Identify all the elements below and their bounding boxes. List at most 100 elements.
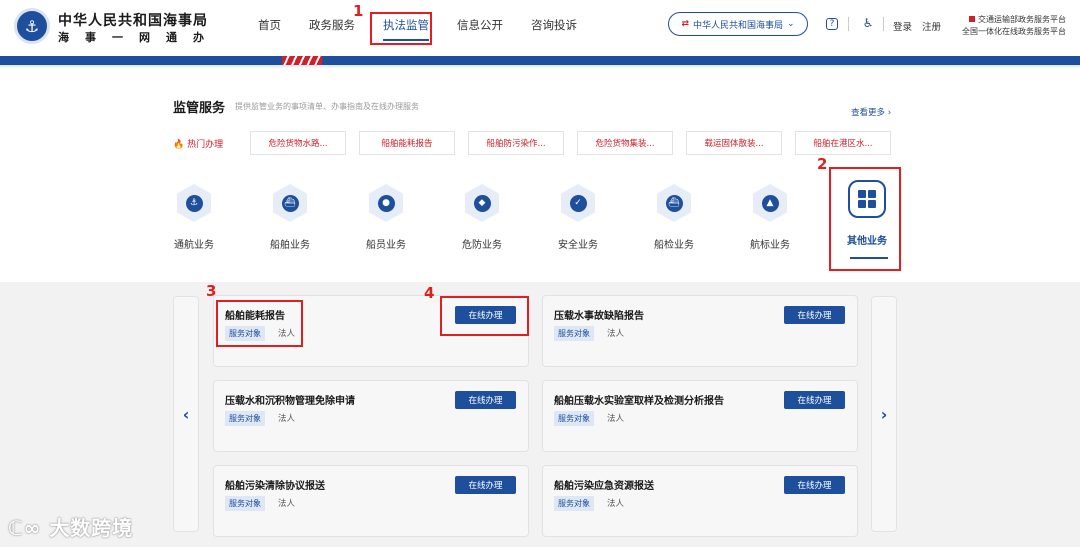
hazard-shield-icon: ◆ <box>473 194 491 212</box>
online-handle-button[interactable]: 在线办理 <box>784 306 845 324</box>
service-card[interactable]: 压载水和沉积物管理免除申请 服务对象 法人 在线办理 <box>213 380 529 452</box>
service-card[interactable]: 船舶压载水实验室取样及检测分析报告 服务对象 法人 在线办理 <box>542 380 858 452</box>
watermark-text: 大数跨境 <box>49 516 134 540</box>
header-band-shadow <box>0 65 1080 69</box>
category-ship[interactable]: ⛴ 船舶业务 <box>255 180 325 260</box>
annotation-number-4: 4 <box>424 284 435 302</box>
services-panel <box>0 282 1080 547</box>
hot-label: 🔥 热门办理 <box>173 137 223 150</box>
category-icon-bg: ⚓ <box>177 184 211 222</box>
category-label: 船检业务 <box>654 240 694 251</box>
section-description: 提供监管业务的事项清单、办事指南及在线办理服务 <box>235 102 419 111</box>
category-label: 危防业务 <box>462 240 502 251</box>
service-card[interactable]: 船舶污染清除协议报送 服务对象 法人 在线办理 <box>213 465 529 537</box>
category-label: 船舶业务 <box>270 240 310 251</box>
swap-icon: ⇄ <box>681 19 689 29</box>
annotation-box-2 <box>829 167 901 271</box>
next-arrow-button[interactable]: › <box>871 296 897 532</box>
site-header: ⚓ 中华人民共和国海事局 海事一网通办 首页 政务服务 执法监管 信息公开 咨询… <box>0 0 1080 56</box>
service-card[interactable]: 船舶污染应急资源报送 服务对象 法人 在线办理 <box>542 465 858 537</box>
category-icon-bg: ◆ <box>465 184 499 222</box>
org-subtitle: 海事一网通办 <box>58 31 220 44</box>
hot-item[interactable]: 载运固体散装... <box>686 131 782 155</box>
see-more-link[interactable]: 查看更多 › <box>851 106 891 118</box>
category-label: 通航业务 <box>174 240 214 251</box>
ship-icon: ⛴ <box>281 194 299 212</box>
service-card[interactable]: 压载水事故缺陷报告 服务对象 法人 在线办理 <box>542 295 858 367</box>
service-title: 船舶污染清除协议报送 <box>225 481 325 492</box>
service-tag: 服务对象 <box>554 496 594 511</box>
hot-item[interactable]: 船舶能耗报告 <box>359 131 455 155</box>
header-band-stripes <box>282 56 322 65</box>
divider <box>883 17 884 31</box>
service-target: 法人 <box>607 329 625 339</box>
hot-item[interactable]: 危险货物水路... <box>250 131 346 155</box>
crew-icon: ● <box>377 194 395 212</box>
category-icon-bg: ⛴ <box>273 184 307 222</box>
org-select-dropdown[interactable]: ⇄ 中华人民共和国海事局 ⌄ <box>668 12 808 36</box>
service-target: 法人 <box>607 499 625 509</box>
help-icon[interactable]: ? <box>826 18 838 30</box>
annotation-number-1: 1 <box>353 2 364 20</box>
accessibility-icon[interactable]: ♿ <box>862 17 874 30</box>
service-title: 船舶压载水实验室取样及检测分析报告 <box>554 396 724 407</box>
annotation-box-4 <box>440 296 529 336</box>
hot-item[interactable]: 船舶防污染作... <box>468 131 564 155</box>
annotation-box-3 <box>216 300 303 347</box>
online-handle-button[interactable]: 在线办理 <box>784 391 845 409</box>
category-icon-bg: ▲ <box>753 184 787 222</box>
fire-icon: 🔥 <box>173 140 185 150</box>
category-navigation[interactable]: ⚓ 通航业务 <box>159 180 229 260</box>
watermark: ℂ∞ 大数跨境 <box>8 512 133 541</box>
category-label: 安全业务 <box>558 240 598 251</box>
section-title: 监管服务 <box>173 101 226 116</box>
category-label: 航标业务 <box>750 240 790 251</box>
category-icon-bg: ● <box>369 184 403 222</box>
hot-item[interactable]: 危险货物集装... <box>577 131 673 155</box>
nav-home[interactable]: 首页 <box>258 17 281 33</box>
org-select-value: 中华人民共和国海事局 <box>692 20 783 31</box>
service-title: 船舶污染应急资源报送 <box>554 481 654 492</box>
divider <box>848 17 849 31</box>
platform-link-1[interactable]: 交通运输部政务服务平台 <box>978 15 1066 24</box>
prev-arrow-button[interactable]: ‹ <box>173 296 199 532</box>
service-target: 法人 <box>278 414 296 424</box>
msa-logo-icon[interactable]: ⚓ <box>14 8 50 44</box>
category-crew[interactable]: ● 船员业务 <box>351 180 421 260</box>
online-handle-button[interactable]: 在线办理 <box>455 476 516 494</box>
service-target: 法人 <box>607 414 625 424</box>
chevron-left-icon: ‹ <box>182 404 190 424</box>
annotation-number-2: 2 <box>817 155 828 173</box>
annotation-number-3: 3 <box>206 282 217 300</box>
online-handle-button[interactable]: 在线办理 <box>455 391 516 409</box>
hot-item[interactable]: 船舶在港区水... <box>795 131 891 155</box>
service-target: 法人 <box>278 499 296 509</box>
category-label: 船员业务 <box>366 240 406 251</box>
nav-information-disclosure[interactable]: 信息公开 <box>457 17 503 33</box>
category-safety[interactable]: ✓ 安全业务 <box>543 180 613 260</box>
online-handle-button[interactable]: 在线办理 <box>784 476 845 494</box>
register-link[interactable]: 注册 <box>922 19 941 33</box>
watermark-logo-icon: ℂ∞ <box>8 516 42 540</box>
platform-link-2[interactable]: 全国一体化在线政务服务平台 <box>962 26 1066 38</box>
nav-consult-complaint[interactable]: 咨询投诉 <box>531 17 577 33</box>
category-nav-aids[interactable]: ▲ 航标业务 <box>735 180 805 260</box>
chevron-down-icon: ⌄ <box>787 19 795 29</box>
category-icon-bg: ✓ <box>561 184 595 222</box>
nav-government-services[interactable]: 政务服务 <box>309 17 355 33</box>
platform-links[interactable]: 交通运输部政务服务平台 全国一体化在线政务服务平台 <box>962 14 1066 38</box>
service-title: 压载水和沉积物管理免除申请 <box>225 396 355 407</box>
category-hazard[interactable]: ◆ 危防业务 <box>447 180 517 260</box>
header-band <box>0 56 1080 65</box>
service-tag: 服务对象 <box>554 411 594 426</box>
hot-label-text: 热门办理 <box>187 140 224 150</box>
category-icon-bg: ⛴ <box>657 184 691 222</box>
annotation-box-1 <box>370 12 432 45</box>
chevron-right-icon: › <box>880 404 888 424</box>
service-tag: 服务对象 <box>225 496 265 511</box>
red-square-icon <box>969 16 975 22</box>
ship-inspection-icon: ⛴ <box>665 194 683 212</box>
login-link[interactable]: 登录 <box>893 19 912 33</box>
category-ship-inspection[interactable]: ⛴ 船检业务 <box>639 180 709 260</box>
org-title[interactable]: 中华人民共和国海事局 <box>58 10 208 30</box>
